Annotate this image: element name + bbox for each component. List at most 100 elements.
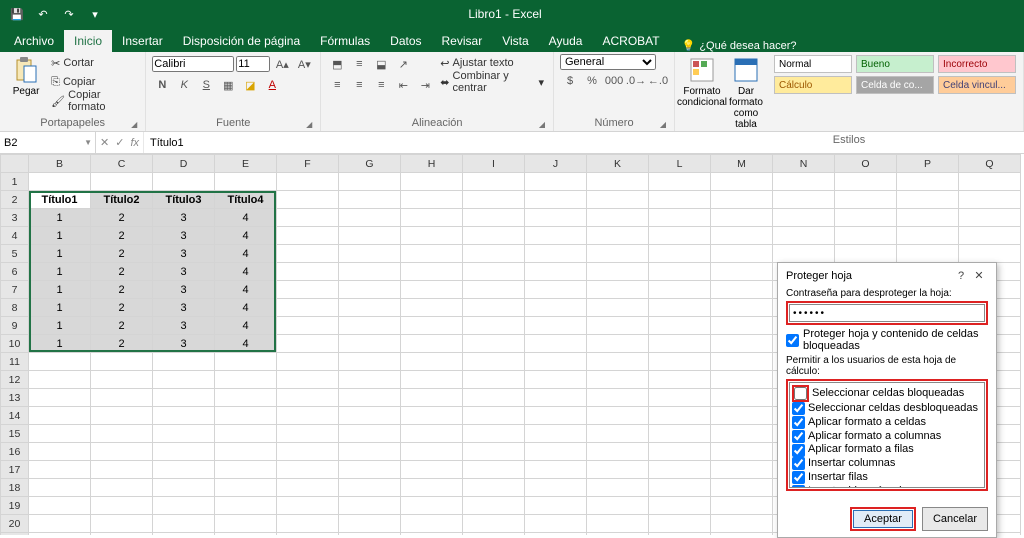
cell-F1[interactable] (277, 173, 339, 191)
cell-L6[interactable] (649, 263, 711, 281)
cell-I14[interactable] (463, 407, 525, 425)
cell-E9[interactable]: 4 (215, 317, 277, 335)
col-header-E[interactable]: E (215, 155, 277, 173)
cell-J5[interactable] (525, 245, 587, 263)
cell-G15[interactable] (339, 425, 401, 443)
cell-I2[interactable] (463, 191, 525, 209)
cell-K5[interactable] (587, 245, 649, 263)
cell-I10[interactable] (463, 335, 525, 353)
cell-M1[interactable] (711, 173, 773, 191)
cell-B12[interactable] (29, 371, 91, 389)
cell-J9[interactable] (525, 317, 587, 335)
cell-D16[interactable] (153, 443, 215, 461)
name-box[interactable]: B2▼ (0, 132, 96, 153)
cell-E16[interactable] (215, 443, 277, 461)
row-header-1[interactable]: 1 (1, 173, 29, 191)
col-header-D[interactable]: D (153, 155, 215, 173)
cell-L3[interactable] (649, 209, 711, 227)
cell-O1[interactable] (835, 173, 897, 191)
cell-E13[interactable] (215, 389, 277, 407)
fx-icon[interactable]: fx (130, 137, 139, 149)
cell-J18[interactable] (525, 479, 587, 497)
cell-D15[interactable] (153, 425, 215, 443)
cell-J19[interactable] (525, 497, 587, 515)
perm-checkbox[interactable] (792, 402, 805, 415)
fill-color-button[interactable]: ◪ (240, 75, 260, 95)
cell-H2[interactable] (401, 191, 463, 209)
cell-L4[interactable] (649, 227, 711, 245)
cell-J3[interactable] (525, 209, 587, 227)
cell-G17[interactable] (339, 461, 401, 479)
border-button[interactable]: ▦ (218, 75, 238, 95)
cell-I7[interactable] (463, 281, 525, 299)
cell-H5[interactable] (401, 245, 463, 263)
tab-ayuda[interactable]: Ayuda (539, 30, 593, 52)
cell-C14[interactable] (91, 407, 153, 425)
cell-N4[interactable] (773, 227, 835, 245)
select-all-corner[interactable] (1, 155, 29, 173)
cell-E4[interactable]: 4 (215, 227, 277, 245)
cell-B1[interactable] (29, 173, 91, 191)
cell-K7[interactable] (587, 281, 649, 299)
cell-I18[interactable] (463, 479, 525, 497)
cell-C10[interactable]: 2 (91, 335, 153, 353)
cell-B3[interactable]: 1 (29, 209, 91, 227)
cell-F17[interactable] (277, 461, 339, 479)
perm-item[interactable]: Aplicar formato a celdas (792, 416, 982, 430)
increase-font-icon[interactable]: A▴ (272, 54, 292, 74)
conditional-format-button[interactable]: Formato condicional (681, 54, 723, 110)
cell-I4[interactable] (463, 227, 525, 245)
cell-G13[interactable] (339, 389, 401, 407)
cell-K11[interactable] (587, 353, 649, 371)
cell-J15[interactable] (525, 425, 587, 443)
cell-O2[interactable] (835, 191, 897, 209)
cell-M9[interactable] (711, 317, 773, 335)
cell-F4[interactable] (277, 227, 339, 245)
cell-I15[interactable] (463, 425, 525, 443)
cell-I17[interactable] (463, 461, 525, 479)
row-header-9[interactable]: 9 (1, 317, 29, 335)
cell-N2[interactable] (773, 191, 835, 209)
cell-P3[interactable] (897, 209, 959, 227)
cell-I16[interactable] (463, 443, 525, 461)
cell-I1[interactable] (463, 173, 525, 191)
perm-checkbox[interactable] (792, 471, 805, 484)
cell-K1[interactable] (587, 173, 649, 191)
cell-H6[interactable] (401, 263, 463, 281)
cell-H10[interactable] (401, 335, 463, 353)
cell-L11[interactable] (649, 353, 711, 371)
cell-B15[interactable] (29, 425, 91, 443)
cell-K10[interactable] (587, 335, 649, 353)
merge-center-button[interactable]: ⬌Combinar y centrar ▾ (437, 73, 547, 91)
cell-J4[interactable] (525, 227, 587, 245)
cell-F13[interactable] (277, 389, 339, 407)
cell-G9[interactable] (339, 317, 401, 335)
cell-E19[interactable] (215, 497, 277, 515)
cell-L15[interactable] (649, 425, 711, 443)
cell-H15[interactable] (401, 425, 463, 443)
cell-M10[interactable] (711, 335, 773, 353)
cell-B4[interactable]: 1 (29, 227, 91, 245)
cell-L13[interactable] (649, 389, 711, 407)
row-header-15[interactable]: 15 (1, 425, 29, 443)
cell-D6[interactable]: 3 (153, 263, 215, 281)
cell-B7[interactable]: 1 (29, 281, 91, 299)
cell-H20[interactable] (401, 515, 463, 533)
cell-M14[interactable] (711, 407, 773, 425)
cell-F2[interactable] (277, 191, 339, 209)
cell-M3[interactable] (711, 209, 773, 227)
col-header-J[interactable]: J (525, 155, 587, 173)
style-celda-comprobacion[interactable]: Celda de co... (856, 76, 934, 94)
cell-L12[interactable] (649, 371, 711, 389)
row-header-7[interactable]: 7 (1, 281, 29, 299)
cell-J2[interactable] (525, 191, 587, 209)
cell-B8[interactable]: 1 (29, 299, 91, 317)
cell-K14[interactable] (587, 407, 649, 425)
cell-J1[interactable] (525, 173, 587, 191)
tab-disposicion[interactable]: Disposición de página (173, 30, 310, 52)
cell-C2[interactable]: Título2 (91, 191, 153, 209)
format-painter-button[interactable]: 🖌Copiar formato (48, 92, 139, 110)
cell-L2[interactable] (649, 191, 711, 209)
bold-button[interactable]: N (152, 75, 172, 95)
cell-H18[interactable] (401, 479, 463, 497)
